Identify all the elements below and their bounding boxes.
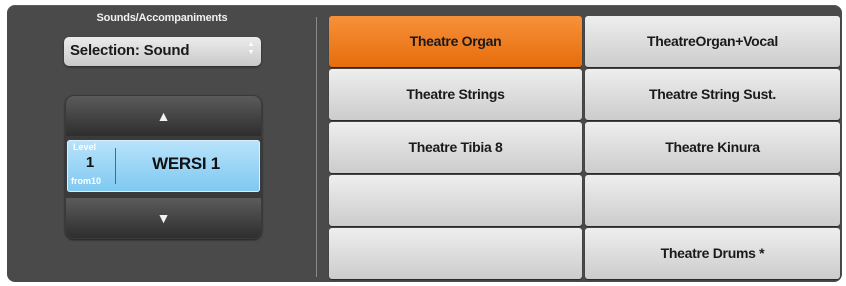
sound-button[interactable] <box>329 175 582 226</box>
sound-button[interactable] <box>329 228 582 279</box>
selection-label: Selection: Sound <box>70 42 190 59</box>
up-arrow-icon: ▲ <box>156 108 171 124</box>
dropdown-arrows-icon: ▲ ▼ <box>247 41 255 61</box>
sound-button[interactable]: Theatre Drums * <box>585 228 840 279</box>
level-label: Level <box>73 142 97 152</box>
level-selector: ▲ Level 1 from10 WERSI 1 ▼ <box>65 95 262 239</box>
down-arrow-icon: ▼ <box>156 210 171 226</box>
dropdown-down-arrow-icon: ▼ <box>247 49 255 56</box>
level-range: from10 <box>71 176 102 186</box>
sound-button[interactable]: Theatre Tibia 8 <box>329 122 582 173</box>
level-down-button[interactable]: ▼ <box>66 198 261 238</box>
sound-button[interactable] <box>585 175 840 226</box>
sound-button[interactable]: Theatre Kinura <box>585 122 840 173</box>
level-display: Level 1 from10 WERSI 1 <box>67 140 260 192</box>
sound-button[interactable]: Theatre Organ <box>329 16 582 67</box>
dropdown-up-arrow-icon: ▲ <box>247 41 255 48</box>
sound-bank-name: WERSI 1 <box>152 154 220 173</box>
level-up-button[interactable]: ▲ <box>66 96 261 136</box>
selection-dropdown[interactable]: Selection: Sound ▲ ▼ <box>64 37 261 66</box>
sound-button[interactable]: Theatre String Sust. <box>585 69 840 120</box>
panel-divider <box>316 17 317 277</box>
level-value: 1 <box>85 154 95 171</box>
panel-title: Sounds/Accompaniments <box>96 12 228 24</box>
sound-button[interactable]: TheatreOrgan+Vocal <box>585 16 840 67</box>
sound-button[interactable]: Theatre Strings <box>329 69 582 120</box>
level-divider <box>115 148 116 184</box>
